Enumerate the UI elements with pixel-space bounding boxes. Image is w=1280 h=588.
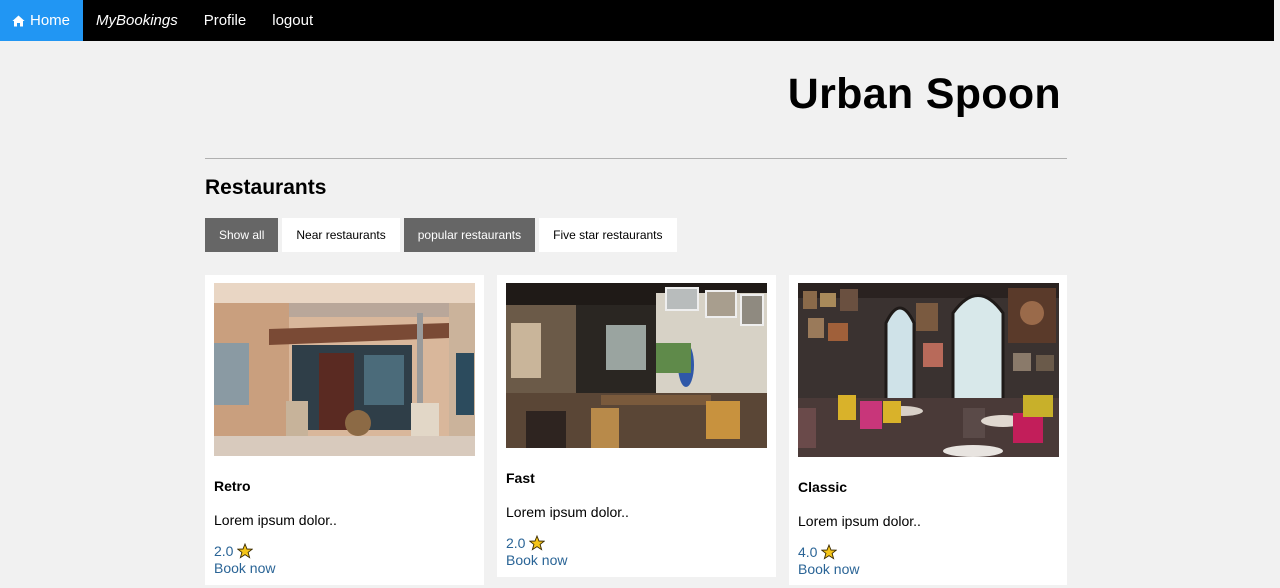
- restaurant-name: Classic: [798, 479, 848, 495]
- restaurant-card-retro: Retro Lorem ipsum dolor.. 2.0 Book now: [205, 275, 484, 585]
- restaurant-description: Lorem ipsum dolor..: [798, 513, 921, 529]
- star-icon: [821, 544, 838, 560]
- rating-value: 2.0: [506, 535, 526, 551]
- restaurant-photo: [214, 283, 475, 456]
- restaurant-rating: 2.0: [214, 543, 254, 559]
- nav-home-link[interactable]: Home: [0, 0, 84, 41]
- nav-mybookings-link[interactable]: MyBookings: [83, 0, 191, 41]
- nav-home-label: Home: [30, 12, 71, 29]
- restaurant-rating: 4.0: [798, 544, 838, 560]
- rating-value: 4.0: [798, 544, 818, 560]
- book-now-link[interactable]: Book now: [798, 561, 859, 577]
- home-icon: [12, 15, 25, 26]
- top-navbar: Home MyBookings Profile logout: [0, 0, 1274, 41]
- book-now-link[interactable]: Book now: [214, 560, 275, 576]
- restaurant-name: Fast: [506, 470, 535, 486]
- filter-show-all-button[interactable]: Show all: [205, 218, 279, 252]
- filter-near-button[interactable]: Near restaurants: [282, 218, 400, 252]
- site-title: Urban Spoon: [787, 70, 1061, 118]
- section-title: Restaurants: [205, 176, 327, 199]
- page-scrollbar[interactable]: [1274, 0, 1280, 588]
- filter-five-star-button[interactable]: Five star restaurants: [539, 218, 677, 252]
- restaurant-photo: [798, 283, 1059, 457]
- header-divider: [205, 158, 1067, 159]
- nav-profile-link[interactable]: Profile: [191, 0, 260, 41]
- filter-bar: Show all Near restaurants popular restau…: [205, 218, 677, 252]
- filter-popular-button[interactable]: popular restaurants: [403, 218, 536, 252]
- restaurant-photo: [506, 283, 767, 448]
- restaurant-description: Lorem ipsum dolor..: [506, 504, 629, 520]
- star-icon: [237, 543, 254, 559]
- nav-logout-link[interactable]: logout: [259, 0, 326, 41]
- restaurant-name: Retro: [214, 478, 251, 494]
- rating-value: 2.0: [214, 543, 234, 559]
- restaurant-card-fast: Fast Lorem ipsum dolor.. 2.0 Book now: [497, 275, 776, 577]
- star-icon: [529, 535, 546, 551]
- restaurant-rating: 2.0: [506, 535, 546, 551]
- restaurant-description: Lorem ipsum dolor..: [214, 512, 337, 528]
- restaurant-card-classic: Classic Lorem ipsum dolor.. 4.0 Book now: [789, 275, 1067, 585]
- book-now-link[interactable]: Book now: [506, 552, 567, 568]
